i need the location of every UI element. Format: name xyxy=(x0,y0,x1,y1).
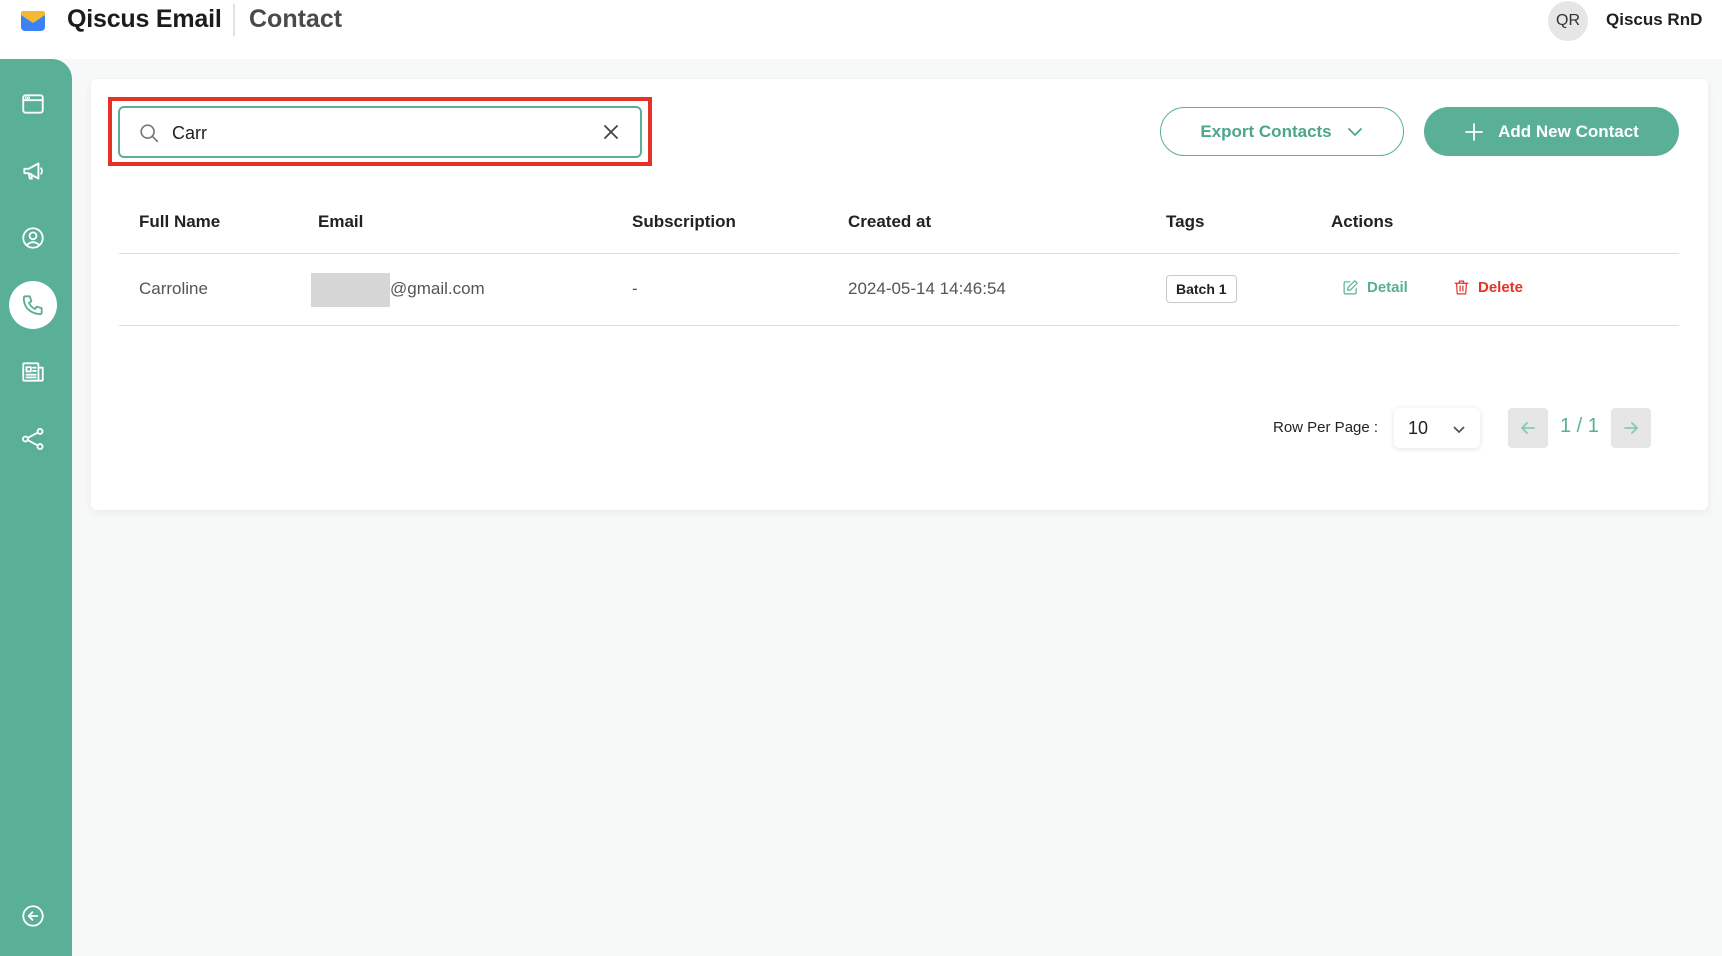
column-header-actions: Actions xyxy=(1331,212,1394,231)
plus-icon xyxy=(1465,122,1484,141)
column-header-tags: Tags xyxy=(1166,212,1205,231)
sidebar-item-contact[interactable] xyxy=(9,281,57,329)
next-page-button[interactable] xyxy=(1611,408,1651,448)
arrow-left-circle-icon xyxy=(22,905,44,927)
previous-page-button[interactable] xyxy=(1508,408,1548,448)
share-nodes-icon xyxy=(22,428,44,450)
chevron-down-icon xyxy=(1453,426,1465,434)
search-box[interactable] xyxy=(118,106,642,158)
column-header-email: Email xyxy=(318,212,364,231)
phone-icon xyxy=(22,295,43,316)
edit-icon xyxy=(1343,280,1358,295)
cell-email: @gmail.com xyxy=(390,279,485,298)
arrow-left-icon xyxy=(1521,422,1535,434)
newspaper-icon xyxy=(22,362,44,382)
sidebar-item-dashboard[interactable] xyxy=(9,80,57,128)
top-bar: Qiscus Email Contact QR Qiscus RnD xyxy=(0,0,1722,59)
column-header-subscription: Subscription xyxy=(632,212,736,231)
delete-label: Delete xyxy=(1478,279,1524,296)
arrow-right-icon xyxy=(1624,422,1638,434)
export-contacts-button[interactable]: Export Contacts xyxy=(1160,107,1404,156)
chevron-down-icon xyxy=(1347,127,1362,136)
sidebar-collapse-button[interactable] xyxy=(9,892,57,940)
browser-window-icon xyxy=(22,94,44,114)
column-header-created-at: Created at xyxy=(848,212,932,231)
avatar[interactable]: QR xyxy=(1548,1,1588,41)
delete-button[interactable]: Delete xyxy=(1453,279,1523,296)
sidebar-item-templates[interactable] xyxy=(9,348,57,396)
sidebar-item-profile[interactable] xyxy=(9,214,57,262)
user-circle-icon xyxy=(22,227,44,249)
add-new-contact-label: Add New Contact xyxy=(1498,121,1639,141)
trash-icon xyxy=(1454,280,1469,295)
page-indicator: 1 / 1 xyxy=(1560,415,1599,437)
table-row-divider xyxy=(119,325,1679,326)
mail-logo-icon xyxy=(21,11,45,31)
column-header-full-name: Full Name xyxy=(139,212,221,231)
page-title: Contact xyxy=(249,5,343,33)
brand-name: Qiscus Email xyxy=(67,5,222,33)
email-redaction xyxy=(311,273,390,307)
rows-per-page-value: 10 xyxy=(1408,418,1429,438)
export-contacts-label: Export Contacts xyxy=(1200,121,1332,141)
close-icon[interactable] xyxy=(602,123,620,141)
header-divider xyxy=(233,4,235,36)
search-input[interactable] xyxy=(172,118,592,148)
user-name[interactable]: Qiscus RnD xyxy=(1606,10,1702,30)
sidebar xyxy=(0,59,72,956)
cell-full-name: Carroline xyxy=(139,279,208,298)
rows-per-page-label: Row Per Page : xyxy=(1273,419,1379,436)
sidebar-item-campaign[interactable] xyxy=(9,147,57,195)
rows-per-page-select[interactable]: 10 xyxy=(1394,408,1480,448)
detail-label: Detail xyxy=(1367,279,1408,296)
megaphone-icon xyxy=(23,162,43,180)
sidebar-item-integrations[interactable] xyxy=(9,415,57,463)
table-header-divider xyxy=(119,253,1679,254)
search-icon xyxy=(140,124,159,143)
cell-created-at: 2024-05-14 14:46:54 xyxy=(848,279,1006,298)
detail-button[interactable]: Detail xyxy=(1342,279,1408,296)
add-new-contact-button[interactable]: Add New Contact xyxy=(1424,107,1679,156)
cell-subscription: - xyxy=(632,279,638,298)
tag-badge: Batch 1 xyxy=(1166,275,1237,303)
